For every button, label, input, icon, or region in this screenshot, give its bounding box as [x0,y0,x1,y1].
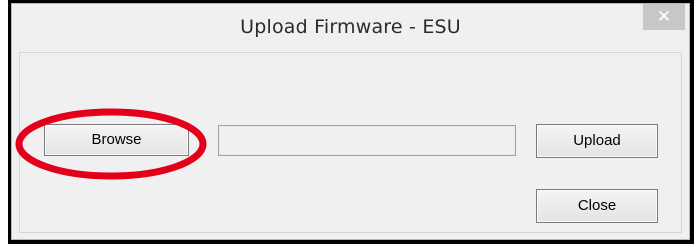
file-path-field[interactable] [218,125,516,156]
upload-button[interactable]: Upload [536,124,658,158]
close-button[interactable]: Close [536,189,658,223]
title-bar[interactable]: Upload Firmware - ESU ✕ [12,4,689,53]
window-title: Upload Firmware - ESU [240,16,461,38]
screenshot-page: Upload Firmware - ESU ✕ Browse Upload Cl… [0,0,697,246]
browse-button[interactable]: Browse [44,124,189,156]
close-window-icon[interactable]: ✕ [643,4,685,30]
